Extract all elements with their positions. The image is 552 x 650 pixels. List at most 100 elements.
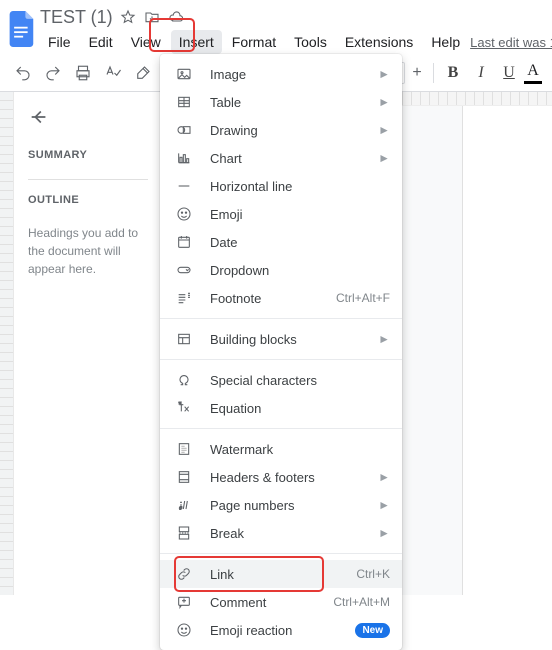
menu-item-page-numbers[interactable]: # Page numbers ►: [160, 491, 402, 519]
doc-title[interactable]: TEST (1): [40, 7, 113, 28]
text-color-button[interactable]: A: [524, 62, 542, 84]
menu-help[interactable]: Help: [423, 30, 468, 54]
outline-sidebar: SUMMARY OUTLINE Headings you add to the …: [14, 92, 160, 595]
break-icon: [174, 523, 194, 543]
vertical-ruler: [0, 92, 14, 595]
menu-item-equation[interactable]: π Equation: [160, 394, 402, 422]
menu-item-label: Page numbers: [210, 498, 372, 513]
menu-item-image[interactable]: Image►: [160, 60, 402, 88]
submenu-arrow-icon: ►: [378, 332, 390, 346]
svg-text:π: π: [179, 400, 182, 405]
menu-item-label: Equation: [210, 401, 390, 416]
menu-format[interactable]: Format: [224, 30, 284, 54]
menu-item-emoji[interactable]: Emoji: [160, 200, 402, 228]
undo-button[interactable]: [10, 60, 36, 86]
hr-icon: [174, 176, 194, 196]
menu-item-building-blocks[interactable]: Building blocks►: [160, 325, 402, 353]
submenu-arrow-icon: ►: [378, 123, 390, 137]
menu-item-table[interactable]: Table ►: [160, 88, 402, 116]
menu-item-label: Headers & footers: [210, 470, 372, 485]
menu-item-label: Table: [210, 95, 372, 110]
menu-item-drawing[interactable]: Drawing ►: [160, 116, 402, 144]
menu-insert[interactable]: Insert: [171, 30, 222, 54]
menu-extensions[interactable]: Extensions: [337, 30, 421, 54]
menu-item-link[interactable]: LinkCtrl+K: [160, 560, 402, 588]
italic-button[interactable]: I: [468, 60, 494, 86]
paint-format-button[interactable]: [130, 60, 156, 86]
menu-item-chart[interactable]: Chart►: [160, 144, 402, 172]
spellcheck-button[interactable]: [100, 60, 126, 86]
page-numbers-icon: #: [174, 495, 194, 515]
redo-button[interactable]: [40, 60, 66, 86]
menu-item-label: Drawing: [210, 123, 372, 138]
new-badge: New: [355, 623, 390, 638]
menu-item-comment[interactable]: CommentCtrl+Alt+M: [160, 588, 402, 616]
menu-shortcut: Ctrl+Alt+F: [336, 291, 390, 305]
menu-file[interactable]: File: [40, 30, 79, 54]
table-icon: [174, 92, 194, 112]
menu-item-label: Date: [210, 235, 390, 250]
emoji-reaction-icon: [174, 620, 194, 640]
underline-button[interactable]: U: [496, 60, 522, 86]
special-chars-icon: [174, 370, 194, 390]
submenu-arrow-icon: ►: [378, 67, 390, 81]
menu-item-footnote[interactable]: FootnoteCtrl+Alt+F: [160, 284, 402, 312]
collapse-outline-button[interactable]: [28, 106, 148, 131]
menu-item-label: Link: [210, 567, 356, 582]
cloud-status-icon[interactable]: [167, 8, 185, 26]
docs-logo[interactable]: [8, 6, 36, 52]
footnote-icon: [174, 288, 194, 308]
dropdown-icon: [174, 260, 194, 280]
submenu-arrow-icon: ►: [378, 151, 390, 165]
font-size-increase[interactable]: +: [407, 64, 427, 82]
bold-button[interactable]: B: [440, 60, 466, 86]
menu-separator: [160, 359, 402, 360]
print-button[interactable]: [70, 60, 96, 86]
headers-footers-icon: [174, 467, 194, 487]
last-edit-link[interactable]: Last edit was 18 minutes ago: [470, 35, 552, 50]
link-icon: [174, 564, 194, 584]
star-icon[interactable]: [119, 8, 137, 26]
menu-item-label: Emoji: [210, 207, 390, 222]
menu-shortcut: Ctrl+Alt+M: [333, 595, 390, 609]
document-page: [462, 106, 552, 595]
menu-item-horizontal-line[interactable]: Horizontal line: [160, 172, 402, 200]
menu-item-watermark[interactable]: Watermark: [160, 435, 402, 463]
building-blocks-icon: [174, 329, 194, 349]
menu-separator: [160, 553, 402, 554]
svg-text:#: #: [179, 506, 182, 511]
submenu-arrow-icon: ►: [378, 498, 390, 512]
menu-item-special-characters[interactable]: Special characters: [160, 366, 402, 394]
menu-item-headers-footers[interactable]: Headers & footers ►: [160, 463, 402, 491]
sidebar-summary-head: SUMMARY: [28, 149, 148, 161]
menu-separator: [160, 318, 402, 319]
submenu-arrow-icon: ►: [378, 95, 390, 109]
menu-tools[interactable]: Tools: [286, 30, 335, 54]
menubar: File Edit View Insert Format Tools Exten…: [40, 30, 552, 54]
chart-icon: [174, 148, 194, 168]
menu-item-date[interactable]: Date: [160, 228, 402, 256]
menu-item-label: Horizontal line: [210, 179, 390, 194]
menu-item-break[interactable]: Break ►: [160, 519, 402, 547]
sidebar-outline-hint: Headings you add to the document will ap…: [28, 224, 148, 278]
watermark-icon: [174, 439, 194, 459]
menu-item-emoji-reaction[interactable]: Emoji reactionNew: [160, 616, 402, 644]
menu-item-label: Emoji reaction: [210, 623, 355, 638]
menu-item-dropdown[interactable]: Dropdown: [160, 256, 402, 284]
sidebar-outline-head: OUTLINE: [28, 194, 148, 206]
emoji-icon: [174, 204, 194, 224]
menu-edit[interactable]: Edit: [81, 30, 121, 54]
menu-item-label: Footnote: [210, 291, 336, 306]
equation-icon: π: [174, 398, 194, 418]
submenu-arrow-icon: ►: [378, 526, 390, 540]
menu-view[interactable]: View: [123, 30, 169, 54]
separator: [433, 63, 434, 83]
move-icon[interactable]: [143, 8, 161, 26]
menu-shortcut: Ctrl+K: [356, 567, 390, 581]
menu-item-label: Break: [210, 526, 372, 541]
menu-separator: [160, 428, 402, 429]
date-icon: [174, 232, 194, 252]
insert-menu: Image►Table►Drawing►Chart►Horizontal lin…: [160, 54, 402, 650]
menu-item-label: Special characters: [210, 373, 390, 388]
submenu-arrow-icon: ►: [378, 470, 390, 484]
